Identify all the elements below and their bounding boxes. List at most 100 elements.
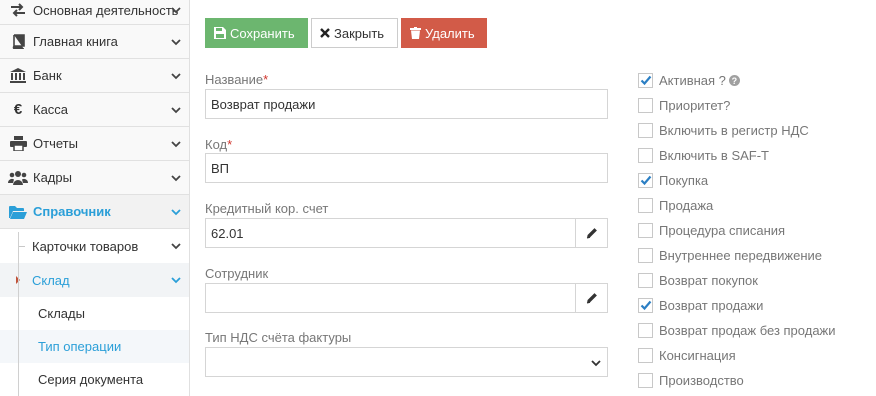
checkbox-row[interactable]: Производство	[638, 368, 836, 393]
credit-account-input[interactable]: 62.01	[205, 218, 608, 248]
folder-open-icon	[8, 204, 28, 220]
chevron-down-icon	[171, 38, 181, 45]
employee-label: Сотрудник	[205, 266, 269, 281]
vat-type-label: Тип НДС счёта фактуры	[205, 330, 352, 345]
sidebar-item-cash[interactable]: € Касса	[0, 93, 189, 127]
checkmark-icon	[640, 75, 652, 86]
book-icon	[8, 34, 28, 50]
exchange-icon	[8, 2, 28, 18]
checkbox-checked[interactable]	[638, 298, 653, 313]
sidebar-item-reports[interactable]: Отчеты	[0, 127, 189, 161]
checkbox-row[interactable]: Возврат продаж без продажи	[638, 318, 836, 343]
checkbox-label: Внутреннее передвижение	[659, 248, 822, 263]
save-button[interactable]: Сохранить	[205, 18, 308, 48]
checkbox-unchecked[interactable]	[638, 348, 653, 363]
vat-type-select[interactable]	[205, 347, 608, 377]
checkbox-row[interactable]: Приоритет?	[638, 93, 836, 118]
checkbox-row[interactable]: Включить в регистр НДС	[638, 118, 836, 143]
checkbox-unchecked[interactable]	[638, 373, 653, 388]
checkbox-label: Включить в SAF-T	[659, 148, 769, 163]
delete-button[interactable]: Удалить	[401, 18, 487, 48]
employee-input[interactable]	[205, 283, 608, 313]
sidebar-subitem-label: Склад	[32, 272, 70, 288]
checkbox-unchecked[interactable]	[638, 323, 653, 338]
sidebar-item-label: Основная деятельность	[33, 2, 179, 18]
checkbox-row[interactable]: Продажа	[638, 193, 836, 218]
chevron-down-icon	[171, 208, 181, 215]
required-mark: *	[263, 72, 269, 87]
checkbox-label: Возврат продаж без продажи	[659, 323, 836, 338]
sidebar-item-label: Главная книга	[33, 34, 118, 49]
bank-icon	[8, 68, 28, 84]
checkbox-label: Возврат продажи	[659, 298, 764, 313]
sidebar-item-bank[interactable]: Банк	[0, 59, 189, 93]
checkbox-checked[interactable]	[638, 173, 653, 188]
close-button-label: Закрыть	[334, 25, 385, 41]
sidebar-item-label: Кадры	[33, 170, 72, 185]
checkbox-label: Возврат покупок	[659, 273, 758, 288]
credit-account-label: Кредитный кор. счет	[205, 201, 329, 216]
code-label: Код*	[205, 137, 233, 152]
chevron-down-icon	[171, 7, 181, 14]
checkbox-row[interactable]: Возврат продажи	[638, 293, 836, 318]
sidebar-item-label: Касса	[33, 102, 69, 117]
checkbox-row[interactable]: Активная ??	[638, 68, 836, 93]
checkbox-row[interactable]: Возврат покупок	[638, 268, 836, 293]
sidebar-item-reference[interactable]: Справочник	[0, 195, 189, 229]
checkbox-row[interactable]: Покупка	[638, 168, 836, 193]
checkbox-row[interactable]: Консигнация	[638, 343, 836, 368]
sidebar-item-hr[interactable]: Кадры	[0, 161, 189, 195]
users-icon	[8, 170, 28, 186]
checkbox-row[interactable]: Внутреннее передвижение	[638, 243, 836, 268]
credit-account-value: 62.01	[211, 225, 244, 241]
sidebar-subitem-product-cards[interactable]: Карточки товаров	[0, 229, 189, 263]
close-button[interactable]: Закрыть	[311, 18, 398, 48]
sidebar-item-general-ledger[interactable]: Главная книга	[0, 25, 189, 59]
chevron-down-icon	[171, 174, 181, 181]
checkbox-label: Активная ?	[659, 73, 726, 88]
checkbox-unchecked[interactable]	[638, 98, 653, 113]
edit-employee-button[interactable]	[575, 284, 607, 312]
sidebar-item-main-activity[interactable]: Основная деятельность	[0, 0, 189, 25]
checkbox-row[interactable]: Включить в SAF-T	[638, 143, 836, 168]
toolbar: Сохранить Закрыть Удалить	[205, 18, 487, 48]
checkbox-checked[interactable]	[638, 73, 653, 88]
checkbox-unchecked[interactable]	[638, 198, 653, 213]
sidebar-item-label: Отчеты	[33, 136, 78, 151]
checkmark-icon	[640, 300, 652, 311]
sidebar-subsubitem-label: Серия документа	[38, 372, 144, 387]
checkmark-icon	[640, 175, 652, 186]
flags-checklist: Активная ?? Приоритет? Включить в регистр …	[638, 68, 836, 393]
sidebar-item-label: Банк	[33, 68, 62, 83]
checkbox-unchecked[interactable]	[638, 248, 653, 263]
checkbox-row[interactable]: Процедура списания	[638, 218, 836, 243]
edit-credit-account-button[interactable]	[575, 219, 607, 247]
name-input[interactable]: Возврат продажи	[205, 89, 608, 119]
chevron-down-icon	[171, 140, 181, 147]
sidebar-subitem-warehouse[interactable]: Склад	[0, 263, 189, 297]
sidebar-subsubitem-warehouses[interactable]: Склады	[0, 297, 189, 330]
sidebar-subsubitem-operation-type[interactable]: Тип операции	[0, 330, 189, 363]
checkbox-label: Продажа	[659, 198, 714, 213]
chevron-down-icon	[171, 277, 181, 284]
checkbox-label: Процедура списания	[659, 223, 786, 238]
checkbox-unchecked[interactable]	[638, 123, 653, 138]
sidebar-subsubitem-label: Склады	[38, 306, 85, 321]
checkbox-unchecked[interactable]	[638, 273, 653, 288]
chevron-down-icon	[591, 360, 601, 367]
sidebar-subsubitem-document-series[interactable]: Серия документа	[0, 363, 189, 396]
code-input[interactable]: ВП	[205, 153, 608, 183]
tree-connector	[18, 246, 25, 247]
checkbox-unchecked[interactable]	[638, 223, 653, 238]
checkbox-unchecked[interactable]	[638, 148, 653, 163]
name-value: Возврат продажи	[211, 96, 316, 112]
checkbox-label: Приоритет?	[659, 98, 731, 113]
pencil-icon	[586, 228, 597, 239]
chevron-down-icon	[171, 243, 181, 250]
name-label: Название*	[205, 72, 269, 87]
save-button-label: Сохранить	[230, 25, 295, 41]
help-icon[interactable]: ?	[728, 75, 740, 86]
required-mark: *	[227, 137, 233, 152]
code-value: ВП	[211, 160, 230, 176]
checkbox-label: Включить в регистр НДС	[659, 123, 809, 138]
